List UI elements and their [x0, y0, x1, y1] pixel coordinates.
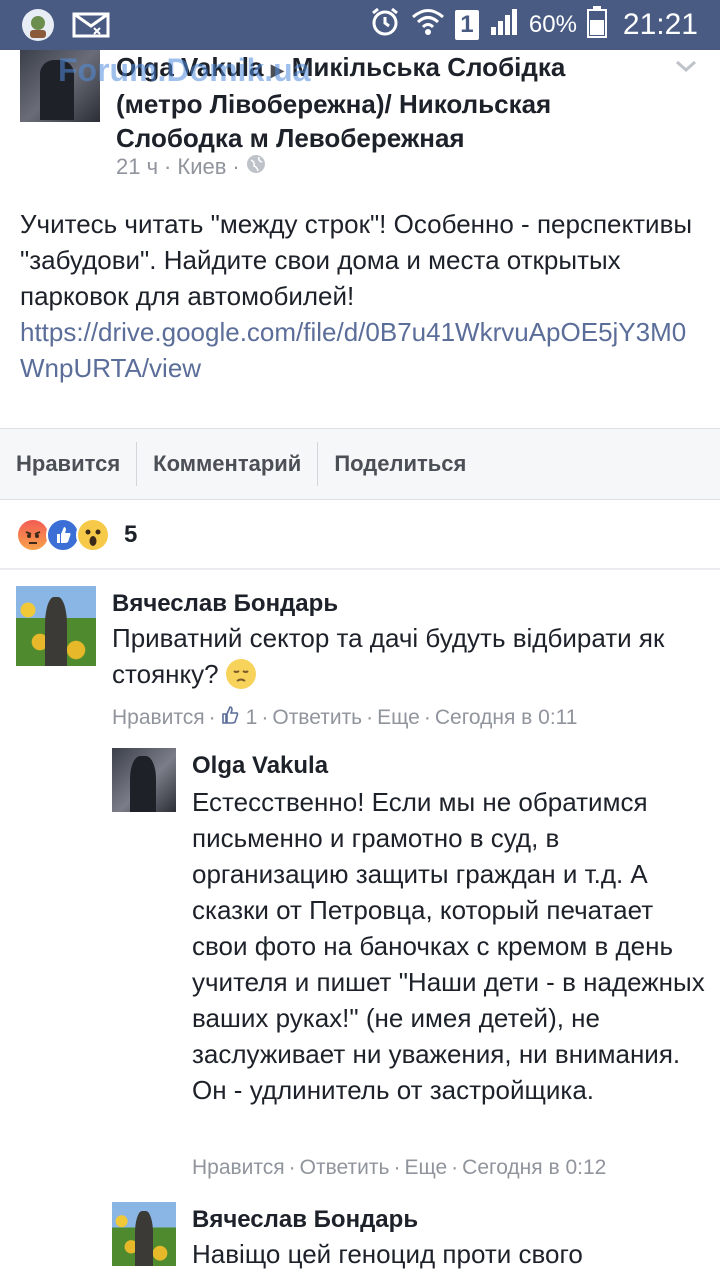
post-body: Учитесь читать "между строк"! Особенно -… [20, 206, 710, 386]
comment-meta: Нравится · Ответить · Еще · Сегодня в 0:… [192, 1156, 607, 1180]
reply-button[interactable]: Ответить [300, 1156, 390, 1180]
post-text: Учитесь читать "между строк"! Особенно -… [20, 209, 693, 311]
post-arrow: ▶ [270, 60, 285, 80]
post-time[interactable]: 21 ч [116, 154, 158, 180]
group-name-line2[interactable]: (метро Лівобережна)/ Никольская [116, 89, 551, 119]
like-button[interactable]: Нравится [0, 442, 136, 486]
post-action-bar: Нравится Комментарий Поделиться [0, 428, 720, 500]
battery-icon [586, 5, 607, 45]
reply-comment: Вячеслав Бондарь Навіщо цей геноцид прот… [112, 1202, 712, 1280]
comment-author[interactable]: Вячеслав Бондарь [192, 1206, 418, 1234]
like-reaction-icon [46, 518, 80, 552]
reaction-count[interactable]: 5 [124, 521, 137, 549]
commenter-avatar[interactable] [112, 748, 176, 812]
comment-author[interactable]: Вячеслав Бондарь [112, 590, 338, 618]
post-author[interactable]: Olga Vakula [116, 52, 263, 82]
comment-text: Навіщо цей геноцид проти свого [192, 1239, 583, 1269]
status-bar: 1 60% 21:21 [0, 0, 720, 50]
share-button[interactable]: Поделиться [318, 442, 482, 486]
reply-comment: Olga Vakula Естесственно! Если мы не обр… [112, 748, 712, 1188]
comment-author[interactable]: Olga Vakula [192, 752, 328, 780]
alarm-icon [369, 6, 401, 45]
comment-time[interactable]: Сегодня в 0:12 [462, 1156, 606, 1180]
app-notification-icon [18, 6, 58, 49]
section-divider [0, 568, 720, 570]
wow-reaction-icon [76, 518, 110, 552]
post-header: Olga Vakula ▶ Микільська Слобідка (метро… [0, 50, 720, 190]
poster-avatar[interactable] [20, 50, 100, 122]
comment-like-button[interactable]: Нравится [192, 1156, 285, 1180]
thumbs-up-icon [220, 704, 242, 732]
commenter-avatar[interactable] [112, 1202, 176, 1266]
battery-percent: 60% [528, 11, 577, 38]
comment-like-button[interactable]: Нравится [112, 706, 205, 730]
post-title[interactable]: Olga Vakula ▶ Микільська Слобідка (метро… [116, 50, 676, 155]
more-button[interactable]: Еще [377, 706, 420, 730]
wifi-icon [411, 7, 445, 44]
post-link[interactable]: https://drive.google.com/file/d/0B7u41Wk… [20, 317, 686, 383]
reactions-summary[interactable]: 5 [16, 514, 137, 556]
comment: Вячеслав Бондарь Приватний сектор та дач… [16, 586, 706, 736]
pensive-emoji-icon [225, 659, 256, 689]
globe-icon [246, 154, 266, 180]
clock: 21:21 [622, 8, 698, 41]
comment-button[interactable]: Комментарий [137, 442, 317, 486]
comment-meta: Нравится · 1 · Ответить · Еще · Сегодня … [112, 704, 577, 732]
post-meta: 21 ч · Киев · [116, 154, 266, 180]
chevron-down-icon[interactable] [674, 54, 698, 78]
signal-icon [489, 7, 519, 44]
group-name-line3[interactable]: Слободка м Левобережная [116, 123, 465, 153]
commenter-avatar[interactable] [16, 586, 96, 666]
post-location[interactable]: Киев [177, 154, 226, 180]
sim-slot-badge: 1 [454, 10, 479, 40]
comment-time[interactable]: Сегодня в 0:11 [435, 706, 578, 730]
more-button[interactable]: Еще [404, 1156, 447, 1180]
missed-mail-icon [72, 10, 110, 45]
angry-reaction-icon [16, 518, 50, 552]
reply-button[interactable]: Ответить [272, 706, 362, 730]
comment-text: Приватний сектор та дачі будуть відбират… [112, 623, 665, 689]
comment-text: Естесственно! Если мы не обратимся письм… [192, 787, 705, 1105]
comment-like-count[interactable]: 1 [246, 706, 258, 730]
group-name-line1[interactable]: Микільська Слобідка [292, 52, 566, 82]
